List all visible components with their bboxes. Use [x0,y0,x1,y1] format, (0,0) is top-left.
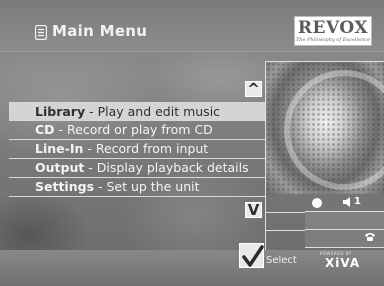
list-icon [35,25,47,40]
divider [265,212,305,213]
divider [265,194,266,250]
menu-item-line-in[interactable]: Line-In - Record from input [9,140,265,159]
menu-item-description: - Set up the unit [94,179,200,194]
brand-tagline: The Philosophy of Excellence [295,37,371,43]
brand-name: REVOX [297,18,369,38]
scroll-down-icon: V [247,201,260,219]
record-dot-icon [312,198,322,208]
menu-item-keyword: Output [35,160,85,175]
menu-item-settings[interactable]: Settings - Set up the unit [9,178,265,197]
output-number: 1 [354,196,361,207]
xiva-logo: XiVA [325,256,361,270]
main-menu-list: Library - Play and edit music CD - Recor… [9,102,265,197]
menu-item-description: - Play and edit music [85,104,221,119]
main-menu-screen: Main Menu REVOX The Philosophy of Excell… [0,0,384,286]
menu-item-keyword: Settings [35,179,95,194]
page-title: Main Menu [52,22,148,40]
scroll-up-button[interactable]: ^ [245,80,262,98]
speaker-icon [343,197,350,207]
checkmark-icon [242,245,264,267]
select-label: Select [266,255,297,266]
menu-item-description: - Display playback details [84,160,249,175]
status-row-blank [305,212,384,230]
menu-item-cd[interactable]: CD - Record or play from CD [9,121,265,140]
menu-item-description: - Record or play from CD [54,122,213,137]
divider [265,230,305,231]
scroll-up-icon: ^ [247,80,260,98]
scroll-down-button[interactable]: V [245,201,262,219]
speaker-image [265,61,384,194]
revox-logo: REVOX The Philosophy of Excellence [294,16,372,46]
status-row-record: 1 [305,194,384,212]
menu-item-description: - Record from input [83,141,209,156]
header-bar: Main Menu REVOX The Philosophy of Excell… [0,0,384,52]
menu-item-keyword: Line-In [35,141,84,156]
menu-item-output[interactable]: Output - Display playback details [9,159,265,178]
menu-item-library[interactable]: Library - Play and edit music [9,102,265,121]
menu-item-keyword: Library [35,104,86,119]
menu-item-keyword: CD [35,122,55,137]
select-button[interactable] [239,243,264,268]
phone-icon [365,233,375,241]
